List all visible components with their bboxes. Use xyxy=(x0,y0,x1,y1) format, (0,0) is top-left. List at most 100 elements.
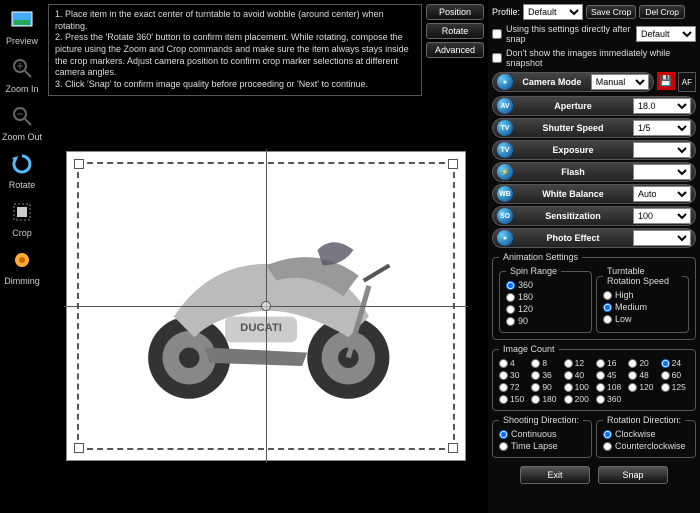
imgcount-option[interactable]: 200 xyxy=(564,394,592,404)
rot-option[interactable]: Clockwise xyxy=(603,429,689,439)
crop-handle-bl[interactable] xyxy=(74,443,84,453)
sidebar-dimming[interactable]: Dimming xyxy=(4,246,40,286)
rot-option[interactable]: Counterclockwise xyxy=(603,441,689,451)
spin-radio[interactable] xyxy=(506,293,515,302)
setting-select[interactable]: 1/5 xyxy=(633,120,691,136)
speed-radio[interactable] xyxy=(603,291,612,300)
imgcount-radio[interactable] xyxy=(628,383,637,392)
setting-photo-effect: ●Photo Effect xyxy=(492,228,696,248)
spin-option[interactable]: 90 xyxy=(506,316,585,326)
save-crop-button[interactable]: Save Crop xyxy=(586,5,636,19)
imgcount-radio[interactable] xyxy=(628,359,637,368)
del-crop-button[interactable]: Del Crop xyxy=(639,5,685,19)
imgcount-radio[interactable] xyxy=(531,359,540,368)
sidebar-zoom-in[interactable]: Zoom In xyxy=(5,54,38,94)
imgcount-option[interactable]: 100 xyxy=(564,382,592,392)
spin-option[interactable]: 180 xyxy=(506,292,585,302)
rot-radio[interactable] xyxy=(603,430,612,439)
imgcount-radio[interactable] xyxy=(661,383,670,392)
imgcount-radio[interactable] xyxy=(499,383,508,392)
sidebar-zoom-out[interactable]: Zoom Out xyxy=(2,102,42,142)
setting-select[interactable] xyxy=(633,142,691,158)
imgcount-option[interactable]: 180 xyxy=(531,394,559,404)
profile-select[interactable]: Default xyxy=(523,4,583,20)
imgcount-option[interactable]: 4 xyxy=(499,358,527,368)
camera-mode-select[interactable]: Manual xyxy=(591,74,649,90)
speed-option[interactable]: Low xyxy=(603,314,682,324)
imgcount-radio[interactable] xyxy=(596,395,605,404)
crop-handle-tl[interactable] xyxy=(74,159,84,169)
shoot-option[interactable]: Time Lapse xyxy=(499,441,585,451)
setting-select[interactable]: 18.0 xyxy=(633,98,691,114)
setting-select[interactable] xyxy=(633,230,691,246)
imgcount-option[interactable]: 24 xyxy=(661,358,689,368)
imgcount-radio[interactable] xyxy=(628,371,637,380)
snap-button[interactable]: Snap xyxy=(598,466,668,484)
sidebar-rotate[interactable]: Rotate xyxy=(8,150,36,190)
crop-rectangle[interactable] xyxy=(77,162,455,450)
af-button[interactable]: AF xyxy=(678,72,696,92)
speed-option[interactable]: High xyxy=(603,290,682,300)
imgcount-radio[interactable] xyxy=(499,395,508,404)
imgcount-radio[interactable] xyxy=(661,359,670,368)
imgcount-option[interactable]: 12 xyxy=(564,358,592,368)
imgcount-option[interactable]: 20 xyxy=(628,358,656,368)
imgcount-option[interactable]: 40 xyxy=(564,370,592,380)
imgcount-option[interactable]: 125 xyxy=(661,382,689,392)
crop-handle-tr[interactable] xyxy=(448,159,458,169)
imgcount-radio[interactable] xyxy=(531,371,540,380)
spin-radio[interactable] xyxy=(506,317,515,326)
imgcount-radio[interactable] xyxy=(596,383,605,392)
sidebar-preview[interactable]: Preview xyxy=(6,6,38,46)
speed-radio[interactable] xyxy=(603,303,612,312)
imgcount-option[interactable]: 48 xyxy=(628,370,656,380)
rot-radio[interactable] xyxy=(603,442,612,451)
setting-select[interactable]: 100 xyxy=(633,208,691,224)
spin-radio[interactable] xyxy=(506,305,515,314)
spin-option[interactable]: 360 xyxy=(506,280,585,290)
after-snap-select[interactable]: Default xyxy=(636,26,696,42)
speed-option[interactable]: Medium xyxy=(603,302,682,312)
imgcount-radio[interactable] xyxy=(564,395,573,404)
imgcount-option[interactable]: 90 xyxy=(531,382,559,392)
imgcount-option[interactable]: 360 xyxy=(596,394,624,404)
imgcount-radio[interactable] xyxy=(531,395,540,404)
dont-show-checkbox[interactable] xyxy=(492,53,502,63)
imgcount-radio[interactable] xyxy=(564,383,573,392)
imgcount-radio[interactable] xyxy=(596,359,605,368)
imgcount-option[interactable]: 16 xyxy=(596,358,624,368)
speed-radio[interactable] xyxy=(603,315,612,324)
imgcount-option[interactable]: 72 xyxy=(499,382,527,392)
imgcount-radio[interactable] xyxy=(499,371,508,380)
save-icon[interactable]: 💾 xyxy=(657,72,675,90)
setting-select[interactable]: Auto xyxy=(633,186,691,202)
spin-option[interactable]: 120 xyxy=(506,304,585,314)
imgcount-radio[interactable] xyxy=(499,359,508,368)
imgcount-radio[interactable] xyxy=(596,371,605,380)
setting-select[interactable] xyxy=(633,164,691,180)
position-button[interactable]: Position xyxy=(426,4,484,20)
shoot-radio[interactable] xyxy=(499,430,508,439)
exit-button[interactable]: Exit xyxy=(520,466,590,484)
crop-handle-br[interactable] xyxy=(448,443,458,453)
imgcount-option[interactable]: 8 xyxy=(531,358,559,368)
imgcount-option[interactable]: 36 xyxy=(531,370,559,380)
shoot-radio[interactable] xyxy=(499,442,508,451)
imgcount-radio[interactable] xyxy=(564,371,573,380)
preview-canvas[interactable]: DUCATI xyxy=(66,151,466,461)
use-settings-checkbox[interactable] xyxy=(492,29,502,39)
spin-radio[interactable] xyxy=(506,281,515,290)
imgcount-option[interactable]: 30 xyxy=(499,370,527,380)
shoot-option[interactable]: Continuous xyxy=(499,429,585,439)
advanced-button[interactable]: Advanced xyxy=(426,42,484,58)
imgcount-option[interactable]: 60 xyxy=(661,370,689,380)
imgcount-option[interactable]: 45 xyxy=(596,370,624,380)
rotate-button[interactable]: Rotate xyxy=(426,23,484,39)
sidebar-crop[interactable]: Crop xyxy=(8,198,36,238)
imgcount-option[interactable]: 150 xyxy=(499,394,527,404)
imgcount-option[interactable]: 108 xyxy=(596,382,624,392)
imgcount-radio[interactable] xyxy=(661,371,670,380)
imgcount-radio[interactable] xyxy=(564,359,573,368)
imgcount-radio[interactable] xyxy=(531,383,540,392)
imgcount-option[interactable]: 120 xyxy=(628,382,656,392)
